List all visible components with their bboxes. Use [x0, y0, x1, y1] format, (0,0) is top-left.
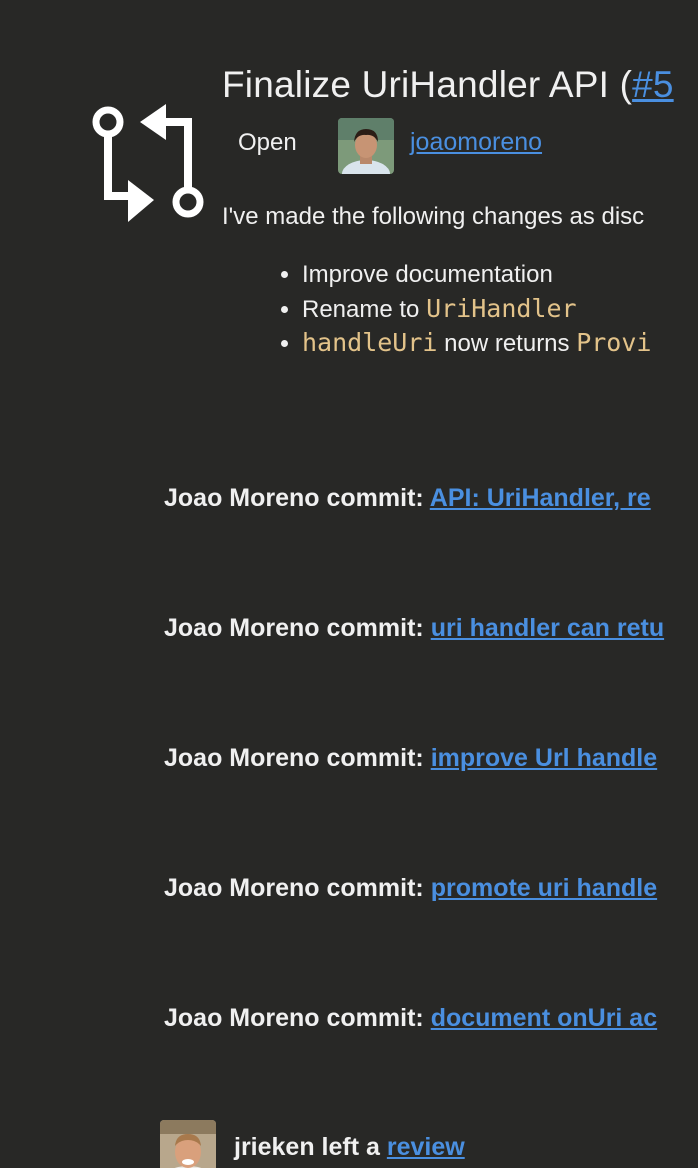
commit-link[interactable]: API: UriHandler, re [430, 484, 651, 512]
commit-author: Joao Moreno commit: [164, 874, 424, 902]
pr-title: Finalize UriHandler API (#5 [222, 64, 674, 106]
commit-entry: Joao Moreno commit: document onUri ac [164, 1004, 657, 1033]
commit-entry: Joao Moreno commit: improve Url handle [164, 744, 657, 773]
author-avatar [338, 118, 394, 174]
commit-author: Joao Moreno commit: [164, 744, 424, 772]
commit-link[interactable]: improve Url handle [431, 744, 657, 772]
review-link[interactable]: review [387, 1133, 465, 1161]
commit-author: Joao Moreno commit: [164, 1004, 424, 1032]
list-item: Rename to UriHandler [302, 292, 651, 326]
review-text: jrieken left a review [234, 1133, 465, 1162]
reviewer-avatar [160, 1120, 216, 1168]
commit-author: Joao Moreno commit: [164, 614, 424, 642]
list-item: handleUri now returns Provi [302, 326, 651, 360]
commit-entry: Joao Moreno commit: promote uri handle [164, 874, 657, 903]
commit-entry: Joao Moreno commit: API: UriHandler, re [164, 484, 651, 513]
changes-list: Improve documentation Rename to UriHandl… [264, 258, 651, 360]
commit-entry: Joao Moreno commit: uri handler can retu [164, 614, 664, 643]
list-item: Improve documentation [302, 258, 651, 292]
change-text: now returns [437, 330, 577, 357]
author-link[interactable]: joaomoreno [410, 128, 542, 157]
git-pull-request-icon [92, 104, 204, 222]
change-code: handleUri [302, 328, 438, 357]
pull-request-page: Finalize UriHandler API (#5 Open joaomor… [0, 0, 698, 1168]
change-text: Improve documentation [302, 261, 553, 288]
change-code: UriHandler [426, 294, 577, 323]
change-code-return-type: Provi [576, 328, 652, 357]
status-label: Open [238, 129, 297, 156]
reviewer-name: jrieken [234, 1133, 315, 1161]
pr-description: I've made the following changes as disc [222, 203, 645, 230]
pr-title-text: Finalize UriHandler API ( [222, 64, 633, 105]
commit-author: Joao Moreno commit: [164, 484, 424, 512]
commit-link[interactable]: uri handler can retu [431, 614, 664, 642]
commit-link[interactable]: promote uri handle [431, 874, 657, 902]
pr-issue-link[interactable]: #5 [632, 64, 674, 105]
change-text: Rename to [302, 296, 427, 323]
review-action: left a [314, 1133, 387, 1161]
commit-link[interactable]: document onUri ac [431, 1004, 657, 1032]
